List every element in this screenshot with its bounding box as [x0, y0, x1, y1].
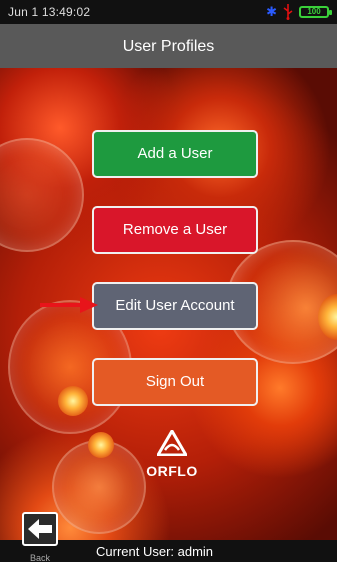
sign-out-button[interactable]: Sign Out — [92, 358, 258, 406]
usb-icon — [283, 4, 293, 20]
battery-icon: 100 — [299, 6, 332, 18]
back-arrow-icon — [28, 519, 52, 539]
current-user-label: Current User: admin — [96, 544, 214, 559]
page-title: User Profiles — [0, 24, 337, 69]
orflo-logo: ORFLO — [140, 428, 204, 484]
battery-level: 100 — [307, 7, 321, 16]
red-pointer-arrow-icon — [40, 297, 98, 313]
status-bar: Jun 1 13:49:02 ✱ 100 — [0, 0, 337, 24]
back-label: Back — [30, 553, 51, 562]
back-button[interactable] — [22, 512, 58, 546]
logo-text: ORFLO — [146, 463, 198, 479]
status-time: Jun 1 13:49:02 — [8, 5, 91, 19]
device-screen: Jun 1 13:49:02 ✱ 100 User Profiles Add a… — [0, 0, 337, 562]
orflo-logo-icon — [155, 428, 189, 457]
bluetooth-icon: ✱ — [266, 4, 277, 19]
status-icons: ✱ 100 — [266, 4, 332, 20]
remove-user-button[interactable]: Remove a User — [92, 206, 258, 254]
edit-user-account-button[interactable]: Edit User Account — [92, 282, 258, 330]
add-user-button[interactable]: Add a User — [92, 130, 258, 178]
